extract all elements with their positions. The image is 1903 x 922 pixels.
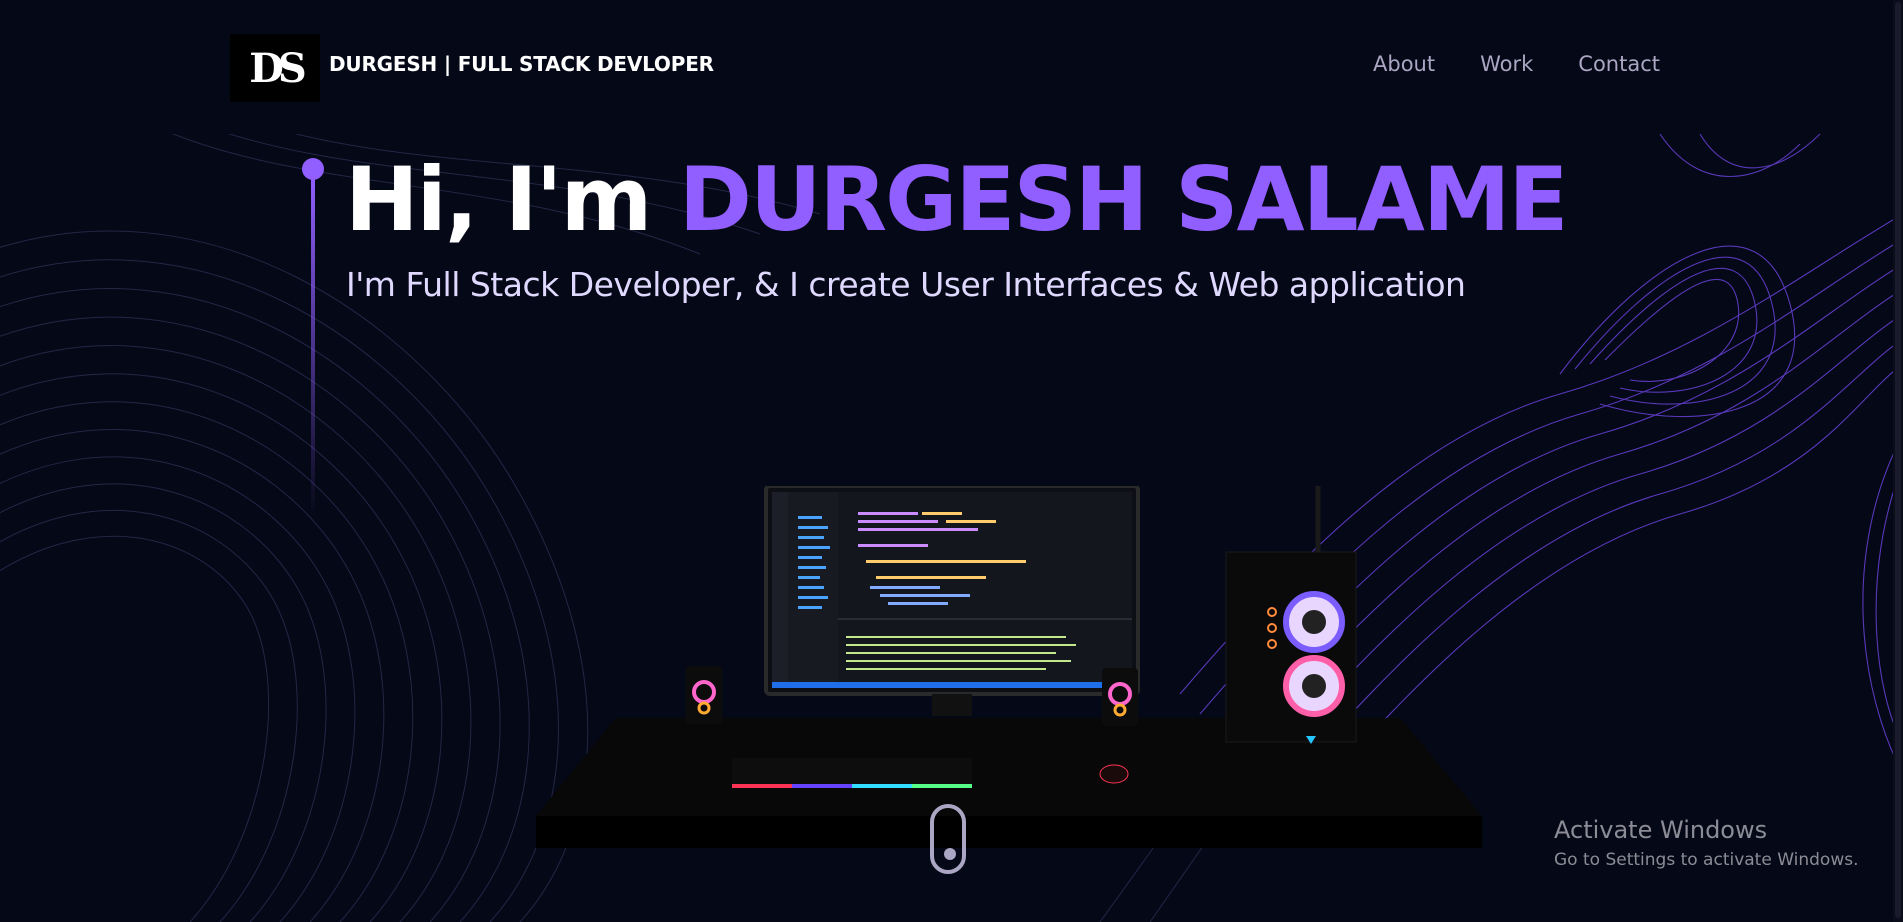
- hero-name: DURGESH SALAME: [678, 148, 1569, 251]
- hero-heading: Hi, I'm DURGESH SALAME: [345, 148, 1569, 251]
- desktop-setup-3d-model[interactable]: [536, 486, 1482, 848]
- mouse-scroll-icon: [944, 848, 956, 860]
- hero-greeting: Hi, I'm: [345, 148, 652, 251]
- site-logo[interactable]: DS: [230, 34, 320, 102]
- windows-activation-watermark: Activate Windows Go to Settings to activ…: [1554, 816, 1859, 870]
- scrollbar-thumb[interactable]: [1895, 2, 1901, 918]
- nav-link-about[interactable]: About: [1373, 52, 1435, 76]
- hero-accent-dot: [302, 158, 324, 180]
- scrollbar[interactable]: [1893, 0, 1903, 922]
- watermark-title: Activate Windows: [1554, 816, 1768, 844]
- hero-accent-line: [311, 178, 315, 518]
- scroll-down-button[interactable]: [930, 804, 966, 874]
- brand-name[interactable]: DURGESH | FULL STACK DEVLOPER: [329, 52, 714, 76]
- hero-subtitle: I'm Full Stack Developer, & I create Use…: [346, 265, 1466, 304]
- navbar: DS DURGESH | FULL STACK DEVLOPER About W…: [0, 0, 1893, 134]
- ds-logo-icon: DS: [249, 44, 307, 92]
- nav-links: About Work Contact: [1373, 52, 1660, 76]
- nav-link-contact[interactable]: Contact: [1578, 52, 1660, 76]
- watermark-subtitle: Go to Settings to activate Windows.: [1554, 850, 1859, 870]
- nav-link-work[interactable]: Work: [1480, 52, 1533, 76]
